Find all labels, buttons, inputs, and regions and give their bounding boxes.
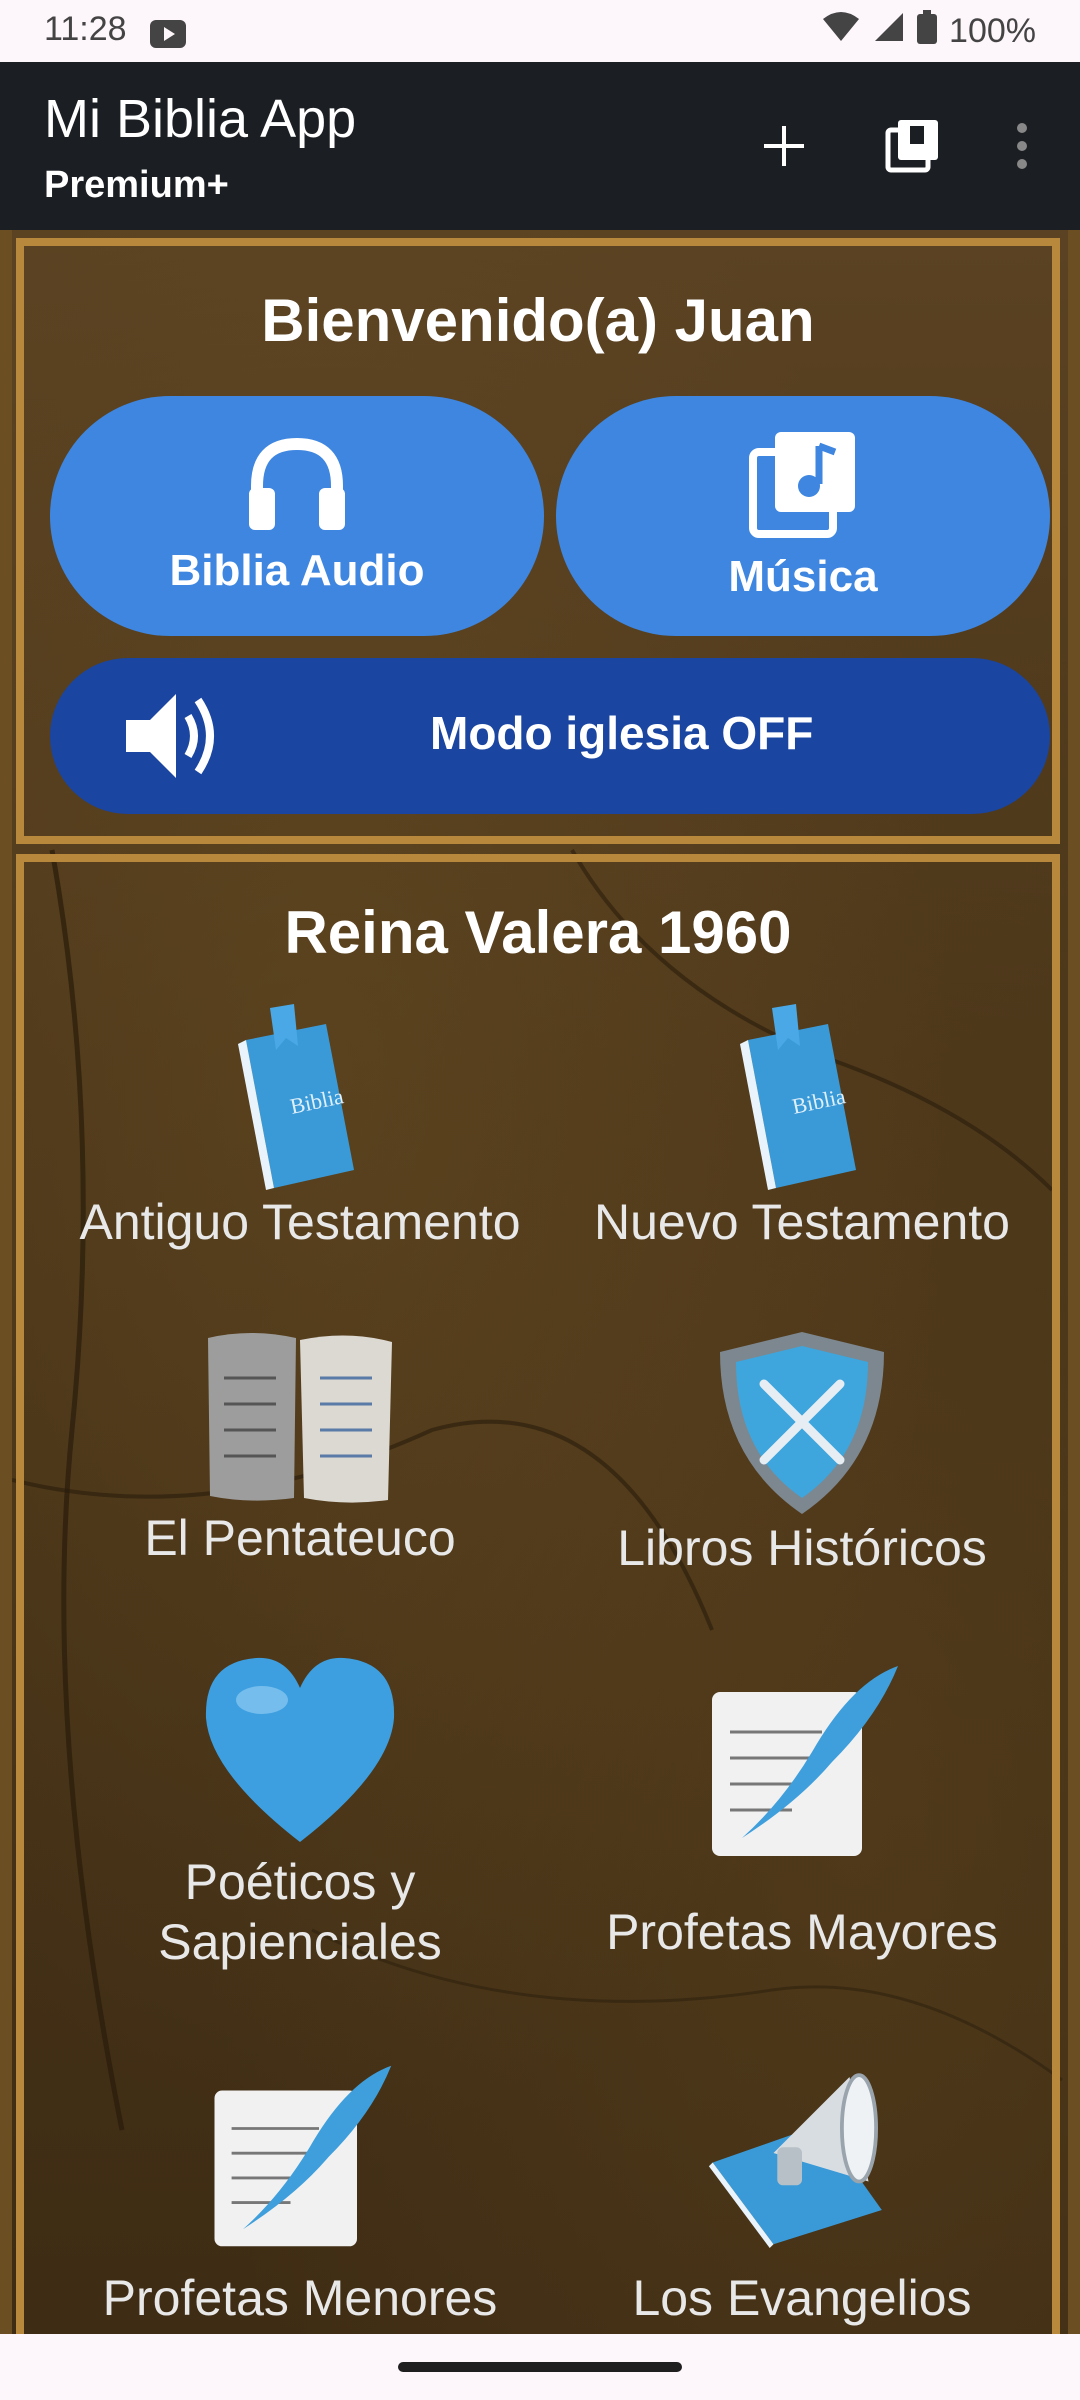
church-mode-label: Modo iglesia OFF <box>430 707 814 759</box>
stone-tablets-icon <box>208 1333 392 1503</box>
battery-percent: 100% <box>949 12 1036 50</box>
wifi-icon <box>821 11 861 52</box>
tile-poeticos-sapienciales[interactable]: Poéticos y Sapienciales <box>50 1652 550 1972</box>
tile-label: Los Evangelios <box>632 2270 972 2326</box>
tile-pentateuco[interactable]: El Pentateuco <box>50 1328 550 1568</box>
battery-icon <box>917 10 938 53</box>
book-megaphone-icon <box>708 2073 882 2248</box>
quill-document-icon <box>214 2065 392 2247</box>
app-bar: Mi Biblia App Premium+ <box>0 62 1080 230</box>
quill-document-icon <box>712 1666 898 1856</box>
home-gesture-handle[interactable] <box>398 2362 682 2372</box>
music-library-icon <box>749 432 855 538</box>
bible-version-title: Reina Valera 1960 <box>284 899 792 966</box>
headphones-icon <box>249 437 345 530</box>
tile-profetas-mayores[interactable]: Profetas Mayores <box>552 1662 1052 1962</box>
app-subtitle: Premium+ <box>44 164 229 206</box>
audio-bible-label: Biblia Audio <box>169 546 425 595</box>
bible-version-panel: Reina Valera 1960 Biblia Antiguo Testame… <box>16 854 1060 2334</box>
status-bar: 11:28 100% <box>0 0 1080 62</box>
tile-label: Profetas Mayores <box>606 1904 998 1960</box>
add-icon[interactable] <box>752 114 816 178</box>
tile-profetas-menores[interactable]: Profetas Menores <box>50 2062 550 2328</box>
navigation-bar <box>0 2334 1080 2400</box>
status-time: 11:28 <box>44 10 127 48</box>
music-label: Música <box>728 552 878 601</box>
app-title: Mi Biblia App <box>44 89 357 149</box>
tile-evangelios[interactable]: Los Evangelios <box>552 2058 1052 2328</box>
tile-label: Nuevo Testamento <box>594 1194 1010 1250</box>
home-content[interactable]: Bienvenido(a) Juan Biblia Audio Música M… <box>0 230 1080 2334</box>
tile-antiguo-testamento[interactable]: Biblia Antiguo Testamento <box>50 1002 550 1252</box>
tile-label: Poéticos y Sapienciales <box>158 1854 442 1970</box>
tile-label: Profetas Menores <box>102 2270 498 2326</box>
church-mode-button[interactable]: Modo iglesia OFF <box>50 658 1050 814</box>
tile-label: Libros Históricos <box>617 1520 987 1576</box>
tile-label: El Pentateuco <box>144 1510 456 1566</box>
more-vert-icon[interactable] <box>990 114 1054 178</box>
youtube-notification-icon <box>150 18 186 57</box>
tile-label: Antiguo Testamento <box>79 1194 521 1250</box>
welcome-panel: Bienvenido(a) Juan Biblia Audio Música M… <box>16 238 1060 844</box>
bible-book-icon: Biblia <box>238 1004 354 1190</box>
welcome-text: Bienvenido(a) Juan <box>261 287 815 354</box>
signal-icon <box>873 11 905 52</box>
volume-icon <box>126 694 214 778</box>
library-icon[interactable] <box>880 114 944 178</box>
music-button[interactable]: Música <box>556 396 1050 636</box>
tile-libros-historicos[interactable]: Libros Históricos <box>552 1328 1052 1578</box>
bible-book-icon: Biblia <box>740 1004 856 1190</box>
heart-icon <box>205 1657 395 1842</box>
shield-swords-icon <box>720 1332 884 1514</box>
audio-bible-button[interactable]: Biblia Audio <box>50 396 544 636</box>
tile-nuevo-testamento[interactable]: Biblia Nuevo Testamento <box>552 1002 1052 1252</box>
